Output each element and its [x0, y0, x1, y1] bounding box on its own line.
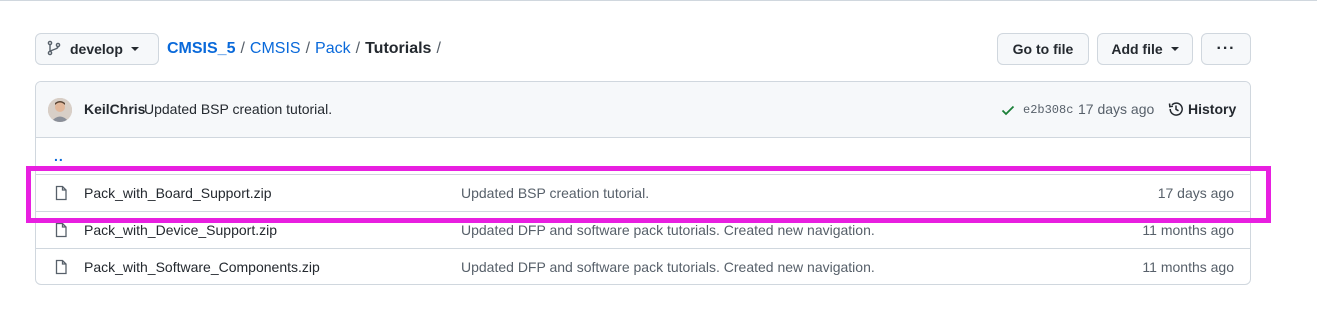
breadcrumb-current: Tutorials: [365, 40, 432, 57]
breadcrumb-separator: /: [240, 40, 245, 57]
commit-sha-link[interactable]: e2b308c: [1023, 103, 1073, 117]
parent-directory-link[interactable]: ..: [54, 148, 64, 164]
file-list: KeilChris Updated BSP creation tutorial.…: [35, 81, 1251, 285]
breadcrumb-separator: /: [305, 40, 311, 57]
add-file-button[interactable]: Add file: [1097, 33, 1193, 65]
history-icon: [1168, 101, 1184, 117]
table-row[interactable]: Pack_with_Board_Support.zip Updated BSP …: [36, 174, 1250, 211]
avatar[interactable]: [48, 98, 72, 122]
breadcrumb-separator: /: [355, 40, 361, 57]
latest-commit-bar: KeilChris Updated BSP creation tutorial.…: [36, 82, 1250, 138]
breadcrumb-separator: /: [436, 40, 441, 57]
file-commit-message-link[interactable]: Updated BSP creation tutorial.: [461, 185, 649, 201]
chevron-down-icon: [130, 47, 139, 51]
file-age: 17 days ago: [1157, 185, 1234, 201]
branch-label: develop: [70, 41, 123, 57]
branch-select-button[interactable]: develop: [35, 33, 159, 65]
file-icon: [53, 222, 69, 238]
file-icon: [53, 259, 69, 275]
breadcrumb: CMSIS_5 / CMSIS / Pack / Tutorials /: [167, 33, 446, 65]
commit-time: 17 days ago: [1078, 101, 1155, 117]
file-age: 11 months ago: [1142, 222, 1234, 238]
top-divider: [0, 0, 1317, 1]
file-name-link[interactable]: Pack_with_Device_Support.zip: [84, 222, 277, 238]
history-label: History: [1188, 101, 1237, 117]
repo-toolbar: develop CMSIS_5 / CMSIS / Pack / Tutoria…: [35, 33, 1251, 65]
parent-directory-row[interactable]: ..: [36, 137, 1250, 174]
git-branch-icon: [46, 40, 62, 59]
go-to-file-button[interactable]: Go to file: [997, 33, 1089, 65]
breadcrumb-link-pack[interactable]: Pack: [315, 40, 351, 58]
add-file-label: Add file: [1111, 41, 1163, 57]
commit-author-link[interactable]: KeilChris: [84, 101, 145, 117]
commit-message-link[interactable]: Updated BSP creation tutorial.: [144, 101, 332, 117]
file-commit-message-link[interactable]: Updated DFP and software pack tutorials.…: [461, 259, 875, 275]
breadcrumb-link-cmsis[interactable]: CMSIS: [250, 40, 301, 58]
more-options-button[interactable]: ···: [1201, 33, 1251, 65]
file-age: 11 months ago: [1142, 259, 1234, 275]
history-link[interactable]: History: [1168, 101, 1236, 117]
check-icon: [1000, 102, 1016, 118]
table-row[interactable]: Pack_with_Device_Support.zip Updated DFP…: [36, 211, 1250, 248]
file-name-link[interactable]: Pack_with_Board_Support.zip: [84, 185, 272, 201]
table-row[interactable]: Pack_with_Software_Components.zip Update…: [36, 248, 1250, 284]
breadcrumb-root-link[interactable]: CMSIS_5: [167, 40, 235, 58]
chevron-down-icon: [1170, 47, 1179, 51]
file-name-link[interactable]: Pack_with_Software_Components.zip: [84, 259, 320, 275]
file-commit-message-link[interactable]: Updated DFP and software pack tutorials.…: [461, 222, 875, 238]
file-icon: [53, 185, 69, 201]
